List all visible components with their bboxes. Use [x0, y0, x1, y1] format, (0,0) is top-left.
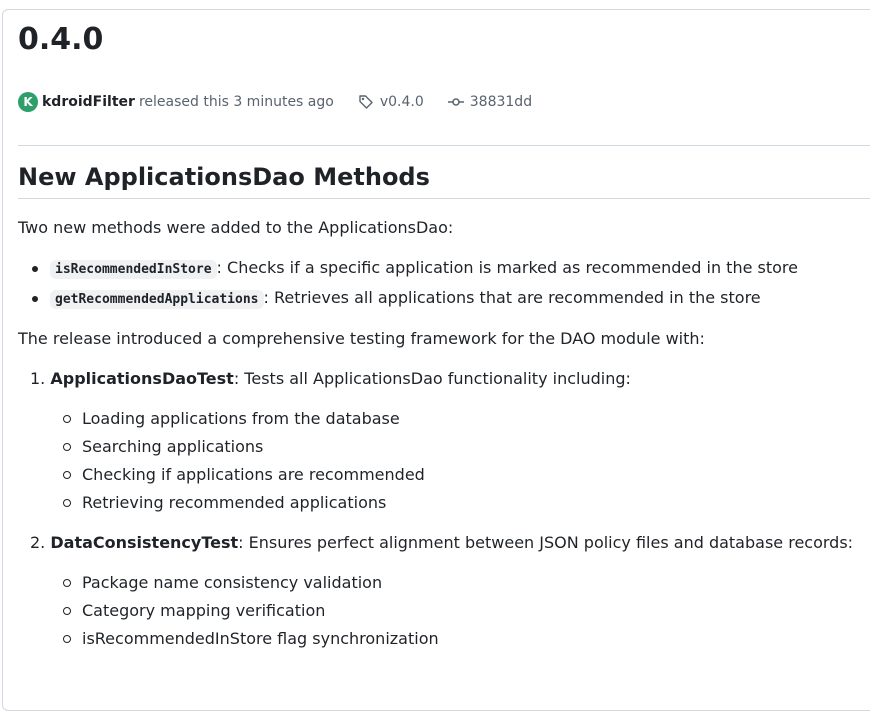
- method-code: isRecommendedInStore: [50, 260, 217, 279]
- test-name: DataConsistencyTest: [50, 533, 239, 552]
- list-item: getRecommendedApplications: Retrieves al…: [18, 286, 798, 316]
- test-desc: : Tests all ApplicationsDao functionalit…: [233, 369, 631, 388]
- method-desc: : Checks if a specific application is ma…: [216, 258, 798, 277]
- list-item: Category mapping verification: [62, 599, 439, 627]
- intro-paragraph: Two new methods were added to the Applic…: [18, 218, 454, 237]
- avatar-initial: K: [23, 95, 33, 109]
- item-number: 1.: [30, 369, 46, 388]
- list-item: isRecommendedInStore: Checks if a specif…: [18, 256, 798, 286]
- list-item: Package name consistency validation: [62, 571, 439, 599]
- author-link[interactable]: kdroidFilter: [42, 94, 135, 110]
- list-item: isRecommendedInStore flag synchronizatio…: [62, 627, 439, 655]
- heading-rule: [18, 198, 870, 199]
- ordered-item: 1. ApplicationsDaoTest: Tests all Applic…: [30, 367, 631, 391]
- ordered-item: 2. DataConsistencyTest: Ensures perfect …: [30, 531, 853, 555]
- item-number: 2.: [30, 533, 46, 552]
- author-avatar[interactable]: K: [18, 92, 38, 112]
- commit-hash: 38831dd: [469, 94, 533, 110]
- sub-list: Package name consistency validation Cate…: [62, 571, 439, 655]
- sub-list: Loading applications from the database S…: [62, 407, 425, 519]
- section-heading: New ApplicationsDao Methods: [18, 163, 430, 191]
- release-title[interactable]: 0.4.0: [18, 20, 103, 60]
- list-item: Searching applications: [62, 435, 425, 463]
- release-meta: K kdroidFilter released this 3 minutes a…: [18, 92, 532, 112]
- commit-icon: [447, 98, 464, 106]
- list-item: Checking if applications are recommended: [62, 463, 425, 491]
- tag-link[interactable]: v0.4.0: [358, 94, 424, 110]
- test-name: ApplicationsDaoTest: [50, 369, 234, 388]
- list-item: Loading applications from the database: [62, 407, 425, 435]
- test-desc: : Ensures perfect alignment between JSON…: [238, 533, 854, 552]
- framework-paragraph: The release introduced a comprehensive t…: [18, 329, 705, 348]
- list-item: Retrieving recommended applications: [62, 491, 425, 519]
- tag-label: v0.4.0: [379, 94, 424, 110]
- meta-divider: [18, 145, 870, 146]
- released-time: released this 3 minutes ago: [138, 94, 334, 110]
- method-code: getRecommendedApplications: [50, 290, 264, 309]
- commit-link[interactable]: 38831dd: [447, 94, 533, 110]
- method-desc: : Retrieves all applications that are re…: [263, 288, 761, 307]
- tag-icon: [359, 95, 373, 109]
- methods-list: isRecommendedInStore: Checks if a specif…: [18, 256, 798, 316]
